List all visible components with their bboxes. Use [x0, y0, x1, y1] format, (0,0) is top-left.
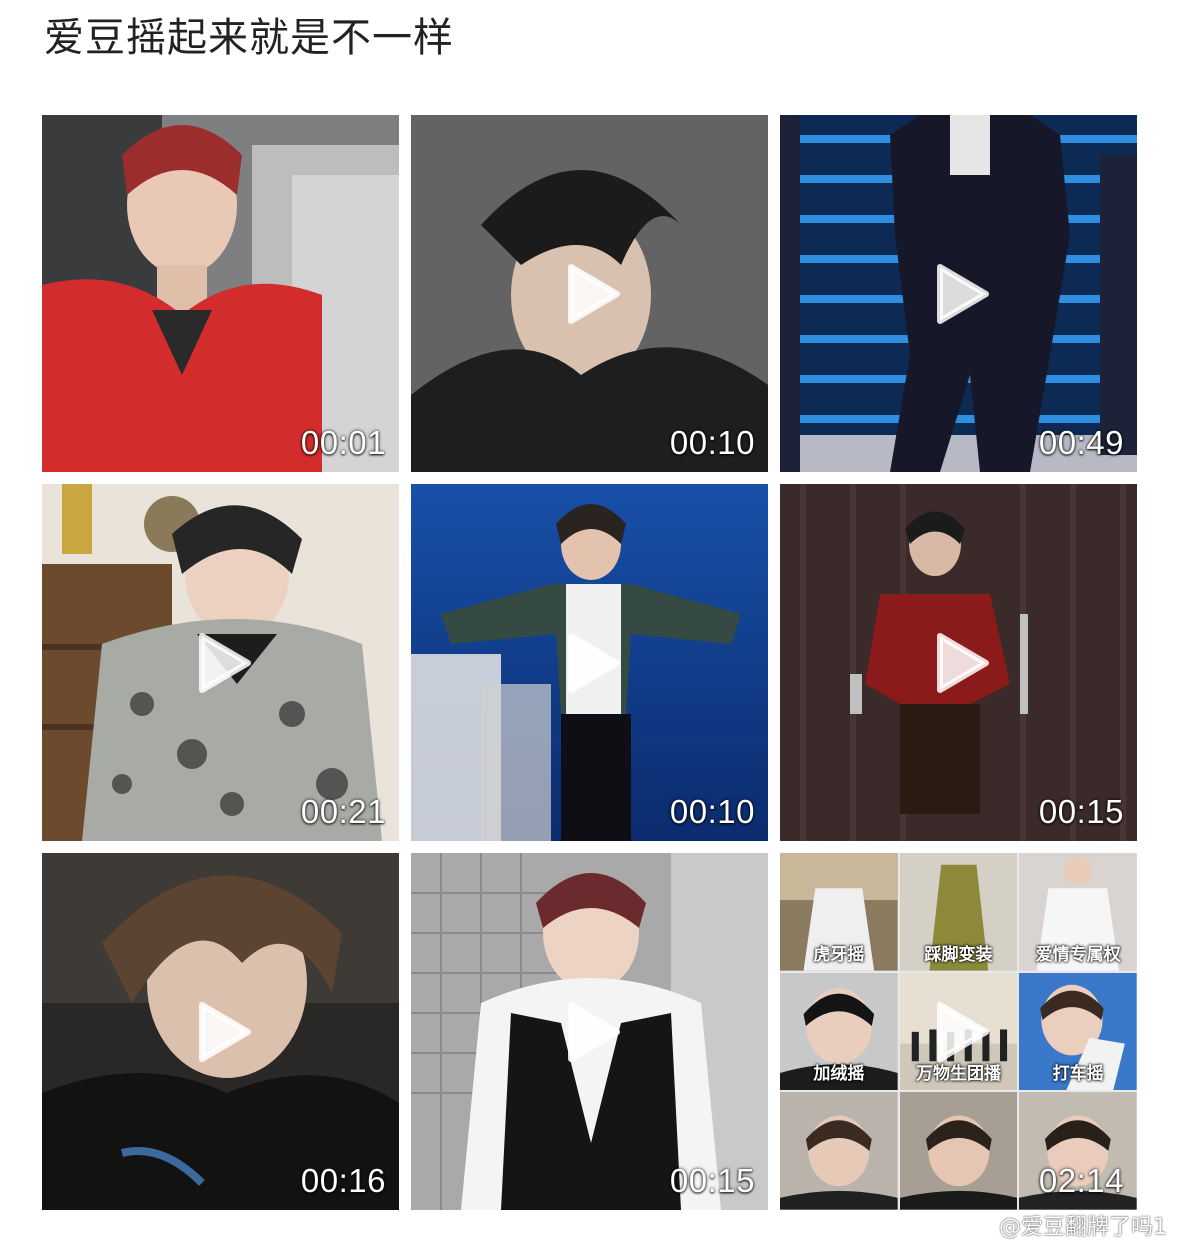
- collage-cell: 加绒摇: [780, 972, 898, 1091]
- collage-caption: 爱情专属权: [1035, 944, 1121, 965]
- video-duration: 00:15: [669, 1162, 755, 1199]
- weibo-logo-icon: [965, 1213, 995, 1237]
- watermark-text: @爱豆翻牌了吗1: [999, 1215, 1167, 1240]
- collage-cell: 爱情专属权: [1019, 853, 1137, 971]
- video-tile-6[interactable]: 00:15: [780, 484, 1137, 841]
- video-tile-3[interactable]: 00:49: [780, 115, 1137, 472]
- collage-cell: 打车摇: [1019, 972, 1137, 1091]
- post-title: 爱豆摇起来就是不一样: [44, 15, 454, 61]
- video-tile-8[interactable]: 00:15: [411, 853, 768, 1210]
- video-grid: 00:01 00:10 00:49 00:21 00:10 00:15 00:1…: [42, 115, 1137, 1210]
- video-duration: 02:14: [1038, 1162, 1124, 1199]
- play-icon[interactable]: [186, 628, 256, 698]
- video-tile-7[interactable]: 00:16: [42, 853, 399, 1210]
- play-icon[interactable]: [924, 628, 994, 698]
- video-tile-5[interactable]: 00:10: [411, 484, 768, 841]
- collage-caption: 虎牙摇: [813, 944, 865, 965]
- video-duration: 00:01: [300, 424, 386, 461]
- video-thumbnail: [42, 115, 399, 472]
- play-icon[interactable]: [924, 259, 994, 329]
- video-duration: 00:49: [1038, 424, 1124, 461]
- video-tile-9[interactable]: 虎牙摇 踩脚变装 爱情专属权 加绒摇 万物生团播 打车摇 02:14: [780, 853, 1137, 1210]
- video-tile-1[interactable]: 00:01: [42, 115, 399, 472]
- play-icon[interactable]: [924, 997, 994, 1067]
- collage-caption: 加绒摇: [813, 1064, 865, 1085]
- collage-caption: 踩脚变装: [924, 944, 993, 965]
- collage-caption: 打车摇: [1052, 1064, 1104, 1085]
- video-duration: 00:15: [1038, 793, 1124, 830]
- play-icon[interactable]: [555, 997, 625, 1067]
- collage-cell: 踩脚变装: [899, 853, 1018, 971]
- video-tile-2[interactable]: 00:10: [411, 115, 768, 472]
- play-icon[interactable]: [186, 997, 256, 1067]
- collage-cell: [899, 1092, 1018, 1210]
- video-duration: 00:16: [300, 1162, 386, 1199]
- watermark: @爱豆翻牌了吗1: [965, 1209, 1167, 1241]
- collage-cell: 虎牙摇: [780, 853, 898, 971]
- play-icon[interactable]: [555, 628, 625, 698]
- video-duration: 00:10: [669, 793, 755, 830]
- video-tile-4[interactable]: 00:21: [42, 484, 399, 841]
- video-duration: 00:21: [300, 793, 386, 830]
- play-icon[interactable]: [555, 259, 625, 329]
- video-duration: 00:10: [669, 424, 755, 461]
- collage-cell: [780, 1092, 898, 1210]
